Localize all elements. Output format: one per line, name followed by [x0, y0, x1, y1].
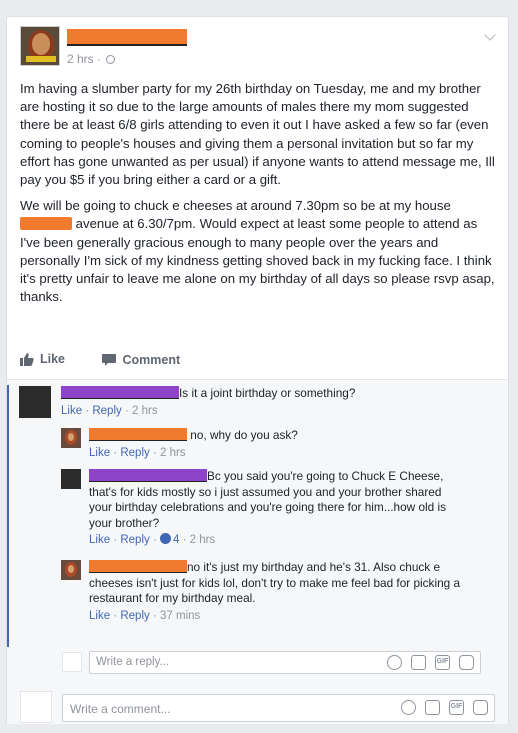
sticker-icon[interactable]	[473, 700, 488, 715]
post-body: Im having a slumber party for my 26th bi…	[20, 80, 500, 314]
reply-input-icons: GIF	[387, 655, 474, 670]
reply-reply-link[interactable]: Reply	[120, 534, 149, 546]
replier-avatar[interactable]	[61, 560, 81, 580]
post-paragraph-1: Im having a slumber party for my 26th bi…	[20, 81, 495, 188]
replier-name-redacted[interactable]	[89, 428, 187, 441]
poster-name-redacted[interactable]	[67, 29, 187, 46]
address-redacted	[20, 217, 72, 231]
like-button[interactable]: Like	[20, 352, 65, 366]
post-meta: 2 hrs ·	[67, 52, 116, 66]
reaction-count[interactable]: 4	[173, 534, 179, 546]
post-time[interactable]: 2 hrs	[67, 52, 94, 66]
comment-like-link[interactable]: Like	[61, 405, 82, 417]
reply-time[interactable]: 37 mins	[160, 610, 200, 622]
reply-text: no, why do you ask?	[190, 428, 298, 442]
comment-reply-link[interactable]: Reply	[92, 405, 121, 417]
reply-placeholder: Write a reply...	[96, 656, 170, 668]
like-reaction-icon	[160, 533, 172, 545]
comments-section: Is it a joint birthday or something? Lik…	[7, 379, 508, 724]
sticker-icon[interactable]	[459, 655, 474, 670]
emoji-icon[interactable]	[387, 655, 402, 670]
gif-icon[interactable]: GIF	[435, 655, 450, 670]
comment-time[interactable]: 2 hrs	[132, 405, 158, 417]
replier-avatar[interactable]	[61, 428, 81, 448]
thumbs-up-icon	[20, 352, 34, 366]
reply-time[interactable]: 2 hrs	[190, 534, 216, 546]
reply-like-link[interactable]: Like	[89, 610, 110, 622]
comment-input[interactable]: Write a comment... GIF	[62, 694, 495, 722]
emoji-icon[interactable]	[401, 700, 416, 715]
chevron-down-icon[interactable]	[484, 29, 496, 41]
replier-name-redacted[interactable]	[89, 469, 207, 482]
commenter-avatar[interactable]	[19, 386, 51, 418]
post-card: 2 hrs · Im having a slumber party for my…	[6, 16, 509, 724]
gif-icon[interactable]: GIF	[449, 700, 464, 715]
reply-time[interactable]: 2 hrs	[160, 447, 186, 459]
comment-input-icons: GIF	[401, 700, 488, 715]
comment-button[interactable]: Comment	[101, 353, 180, 367]
focus-indicator	[7, 385, 9, 647]
current-user-avatar	[20, 691, 52, 723]
poster-avatar[interactable]	[20, 26, 60, 66]
comment-placeholder: Write a comment...	[70, 702, 171, 716]
post-paragraph-2: We will be going to chuck e cheeses at a…	[20, 198, 495, 305]
replier-name-redacted[interactable]	[89, 560, 187, 573]
camera-icon[interactable]	[411, 655, 426, 670]
reply-like-link[interactable]: Like	[89, 534, 110, 546]
reply-like-link[interactable]: Like	[89, 447, 110, 459]
replier-avatar[interactable]	[61, 469, 81, 489]
post-actions: Like Comment	[20, 352, 213, 369]
reply-input[interactable]: Write a reply... GIF	[89, 651, 481, 674]
camera-icon[interactable]	[425, 700, 440, 715]
current-user-avatar	[62, 652, 82, 672]
comment-icon	[101, 353, 116, 366]
reply-reply-link[interactable]: Reply	[120, 447, 149, 459]
comment-text: Is it a joint birthday or something?	[179, 386, 356, 400]
commenter-name-redacted[interactable]	[61, 386, 179, 399]
reply-reply-link[interactable]: Reply	[120, 610, 149, 622]
globe-icon	[106, 55, 116, 64]
